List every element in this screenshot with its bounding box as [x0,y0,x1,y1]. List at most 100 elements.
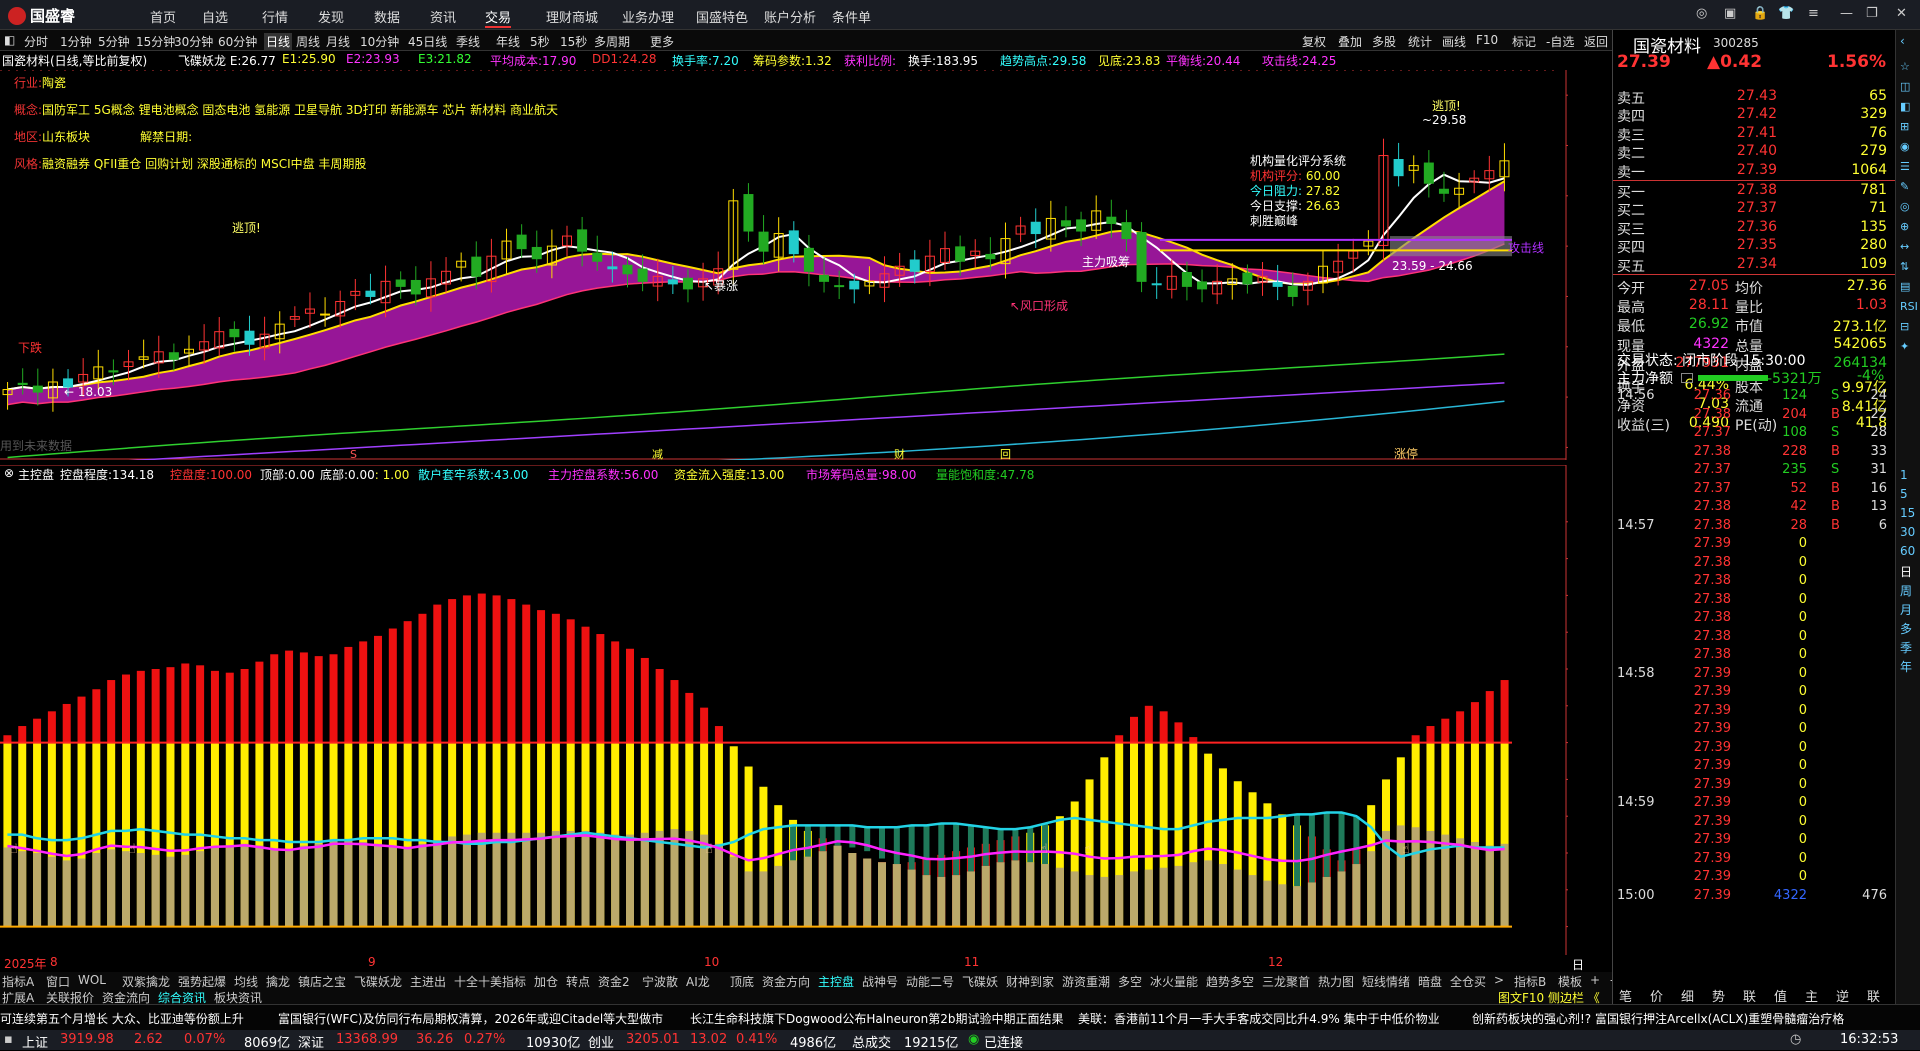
skin-icon[interactable]: 👕 [1778,6,1794,21]
indicator-tab[interactable]: > [1494,973,1504,987]
bid-row[interactable]: 买一 27.38 781 [1617,182,1889,201]
indicator-tab[interactable]: 指标A [2,973,34,990]
indicator-tab[interactable]: + [1590,973,1600,987]
period-button[interactable]: 分时 [24,33,48,50]
cy-label[interactable]: 创业 [588,1032,614,1051]
indicator-tab[interactable]: 暗盘 [1418,973,1442,990]
period-button[interactable]: 更多 [650,33,674,50]
toolbar-button[interactable]: 多股 [1372,33,1396,50]
news-headline[interactable]: 富国银行(WFC)及仿同行布局期权清算，2026年或迎Citadel等大型做市 [278,1010,663,1027]
period-button[interactable]: 5秒 [530,33,550,50]
news-headline[interactable]: 美联：香港前11个月一手大手客成交同比升4.9% 集中于中低价物业 [1078,1010,1440,1027]
lock-icon[interactable]: 🔒 [1752,6,1768,21]
indicator-tab[interactable]: 加仓 [534,973,558,990]
minimize-icon[interactable]: — [1840,6,1853,21]
period-button[interactable]: 30分钟 [174,33,213,50]
maximize-icon[interactable]: ❐ [1866,6,1878,21]
sidebar-period[interactable]: 15 [1900,506,1915,520]
menu-tab[interactable]: 发现 [318,7,344,26]
menu-tab[interactable]: 自选 [202,7,228,26]
panel-tab[interactable]: 主 [1805,986,1818,1005]
ask-row[interactable]: 卖三 27.41 76 [1617,125,1889,144]
panel-tab[interactable]: 联 [1743,986,1756,1005]
ask-row[interactable]: 卖五 27.43 65 [1617,88,1889,107]
sidebar-period[interactable]: 30 [1900,525,1915,539]
menu-tab[interactable]: 账户分析 [764,7,816,26]
period-button[interactable]: 周线 [296,33,320,50]
panel-tab[interactable]: 细 [1681,986,1694,1005]
indicator-tab[interactable]: 转点 [566,973,590,990]
news-headline[interactable]: 可连续第五个月增长 大众、比亚迪等份额上升 [0,1010,244,1027]
menu-tab[interactable]: 理财商城 [546,7,598,26]
period-button[interactable]: 10分钟 [360,33,399,50]
sidebar-tool-icon[interactable]: ◧ [1900,100,1910,113]
toolbar-button[interactable]: 复权 [1302,33,1326,50]
panel-tab[interactable]: 势 [1712,986,1725,1005]
sidebar-tool-icon[interactable]: ⊞ [1900,120,1909,133]
period-button[interactable]: 多周期 [594,33,630,50]
indicator-tab[interactable]: 资金方向 [762,973,810,990]
candlestick-chart[interactable]: 16.0018.0020.0022.0024.0026.0028.0030.00… [0,70,1568,460]
toolbar-button[interactable]: 标记 [1512,33,1536,50]
sidebar-tool-icon[interactable]: ◎ [1900,200,1910,213]
toolbar-button[interactable]: -自选 [1546,33,1574,50]
control-bar-chart[interactable]: 0.0020.0040.0060.0080.00100.00120.00140.… [0,465,1568,955]
panel-tab[interactable]: 价 [1650,986,1663,1005]
sidebar-period[interactable]: 1 [1900,468,1908,482]
sidebar-tool-icon[interactable]: ◉ [1900,140,1910,153]
sidebar-period[interactable]: 季 [1900,639,1912,656]
close-icon[interactable]: ✕ [1896,6,1907,21]
panel-tab[interactable]: 逆 [1836,986,1849,1005]
sidebar-tool-icon[interactable]: ↔ [1900,240,1909,253]
panel-tab[interactable]: 值 [1774,986,1787,1005]
sidebar-tool-icon[interactable]: ▤ [1900,280,1910,293]
collapse-icon[interactable]: ‹ [1900,34,1905,48]
toolbar-button[interactable]: 画线 [1442,33,1466,50]
period-button[interactable]: 季线 [456,33,480,50]
period-button[interactable]: 5分钟 [98,33,130,50]
ask-row[interactable]: 卖二 27.40 279 [1617,143,1889,162]
sh-label[interactable]: 上证 [22,1032,48,1051]
indicator-tab[interactable]: 飞碟妖 [962,973,998,990]
info-icon[interactable]: ▣ [1724,6,1736,21]
indicator-tab[interactable]: 均线 [234,973,258,990]
indicator-tab[interactable]: 飞碟妖龙 [354,973,402,990]
indicator-tab[interactable]: 动能二号 [906,973,954,990]
menu-tab[interactable]: 交易 [485,7,512,28]
indicator-tab[interactable]: 财神到家 [1006,973,1054,990]
bid-row[interactable]: 买五 27.34 109 [1617,256,1889,275]
toolbar-button[interactable]: F10 [1476,33,1498,47]
period-button[interactable]: 60分钟 [218,33,257,50]
indicator-tab[interactable]: 三龙聚首 [1262,973,1310,990]
indicator-tab[interactable]: 模板 [1558,973,1582,990]
panel-toggle-icon[interactable]: ◧ [4,33,15,47]
panel-tab[interactable]: 笔 [1619,986,1632,1005]
indicator-tab[interactable]: 十全十美指标 [454,973,526,990]
sidebar-period[interactable]: 5 [1900,487,1908,501]
sidebar-tool-icon[interactable]: ☆ [1900,60,1910,73]
menu-tab[interactable]: 条件单 [832,7,871,26]
indicator-tab[interactable]: 窗口 [46,973,70,990]
sidebar-tool-icon[interactable]: ⊕ [1900,220,1909,233]
bid-row[interactable]: 买三 27.36 135 [1617,219,1889,238]
sidebar-tool-icon[interactable]: ✦ [1900,340,1909,353]
toolbar-button[interactable]: 统计 [1408,33,1432,50]
period-button[interactable]: 日线 [264,33,293,50]
indicator-tab[interactable]: 战神号 [862,973,898,990]
panel-tab[interactable]: 联 [1867,986,1880,1005]
indicator-tab[interactable]: 顶底 [730,973,754,990]
sidebar-period[interactable]: 日 [1900,563,1912,580]
indicator-tab[interactable]: 擒龙 [266,973,290,990]
menu-tab[interactable]: 国盛特色 [696,7,748,26]
news-headline[interactable]: 长江生命科技旗下Dogwood公布Halneuron第2b期试验中期正面结果 [690,1010,1064,1027]
indicator-tab[interactable]: 多空 [1118,973,1142,990]
sidebar-tool-icon[interactable]: ☰ [1900,160,1910,173]
sidebar-period[interactable]: 60 [1900,544,1915,558]
sidebar-period[interactable]: 月 [1900,601,1912,618]
sidebar-tool-icon[interactable]: ⊟ [1900,320,1909,333]
menu-tab[interactable]: 资讯 [430,7,456,26]
sidebar-tool-icon[interactable]: RSI [1900,300,1918,313]
sz-label[interactable]: 深证 [298,1032,324,1051]
indicator-tab[interactable]: 指标B [1514,973,1546,990]
period-button[interactable]: 月线 [326,33,350,50]
